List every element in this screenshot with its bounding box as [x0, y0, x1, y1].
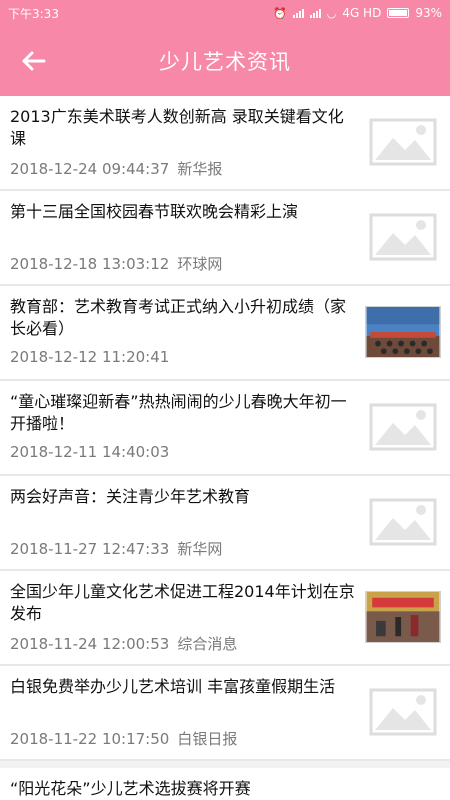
news-date: 2018-11-22 10:17:50: [10, 730, 170, 748]
signal-icon: [292, 8, 304, 18]
news-title: “阳光花朵”少儿艺术选拔赛将开赛: [10, 779, 251, 798]
image-placeholder-icon: [365, 686, 441, 738]
status-bar: 下午3:33 ⏰ ◡ 4G HD 93%: [0, 0, 450, 26]
news-meta: 2018-12-18 13:03:12 环球网: [10, 253, 222, 274]
signal-icon-2: [309, 8, 321, 18]
news-item[interactable]: 2013广东美术联考人数创新高 录取关键看文化课 2018-12-24 09:4…: [0, 96, 450, 191]
news-title: 第十三届全国校园春节联欢晚会精彩上演: [10, 202, 299, 221]
news-date: 2018-11-24 12:00:53: [10, 635, 170, 653]
battery-percent: 93%: [415, 6, 442, 20]
news-item[interactable]: 两会好声音：关注青少年艺术教育 2018-11-27 12:47:33 新华网: [0, 476, 450, 571]
news-title: 白银免费举办少儿艺术培训 丰富孩童假期生活: [10, 677, 336, 696]
news-meta: 2018-12-11 14:40:03: [10, 443, 177, 461]
news-meta: 2018-12-12 11:20:41: [10, 348, 177, 366]
news-date: 2018-12-24 09:44:37: [10, 160, 170, 178]
image-placeholder-icon: [365, 496, 441, 548]
news-meta: 2018-11-24 12:00:53 综合消息: [10, 633, 237, 654]
news-item[interactable]: “童心璀璨迎新春”热热闹闹的少儿春晚大年初一开播啦！ 2018-12-11 14…: [0, 381, 450, 476]
news-meta: 2018-11-22 10:17:50 白银日报: [10, 728, 237, 749]
news-item[interactable]: 教育部：艺术教育考试正式纳入小升初成绩（家长必看） 2018-12-12 11:…: [0, 286, 450, 381]
news-title: 全国少年儿童文化艺术促进工程2014年计划在京发布: [10, 582, 355, 623]
news-title: “童心璀璨迎新春”热热闹闹的少儿春晚大年初一开播啦！: [10, 392, 347, 433]
wifi-icon: ◡: [326, 6, 337, 20]
news-meta: 2018-12-24 09:44:37 新华报: [10, 158, 222, 179]
news-source: 白银日报: [177, 730, 238, 748]
news-date: 2018-12-11 14:40:03: [10, 443, 170, 461]
news-date: 2018-12-18 13:03:12: [10, 255, 170, 273]
app-bar: 少儿艺术资讯: [0, 26, 450, 96]
news-date: 2018-12-12 11:20:41: [10, 348, 170, 366]
status-time: 下午3:33: [8, 6, 59, 21]
news-item[interactable]: 白银免费举办少儿艺术培训 丰富孩童假期生活 2018-11-22 10:17:5…: [0, 666, 450, 761]
news-photo: [365, 306, 441, 358]
news-source: 综合消息: [177, 635, 238, 653]
news-item[interactable]: 第十三届全国校园春节联欢晚会精彩上演 2018-12-18 13:03:12 环球…: [0, 191, 450, 286]
news-title: 两会好声音：关注青少年艺术教育: [10, 487, 251, 506]
news-title: 2013广东美术联考人数创新高 录取关键看文化课: [10, 107, 344, 148]
page-title: 少儿艺术资讯: [159, 50, 291, 74]
news-item[interactable]: 全国少年儿童文化艺术促进工程2014年计划在京发布 2018-11-24 12:…: [0, 571, 450, 666]
news-date: 2018-11-27 12:47:33: [10, 540, 170, 558]
news-source: 新华报: [177, 160, 223, 178]
news-photo: [365, 591, 441, 643]
alarm-icon: ⏰: [273, 6, 287, 20]
status-icons: ⏰ ◡ 4G HD 93%: [273, 6, 442, 20]
news-source: 环球网: [177, 255, 223, 273]
image-placeholder-icon: [365, 211, 441, 263]
news-title: 教育部：艺术教育考试正式纳入小升初成绩（家长必看）: [10, 297, 347, 338]
image-placeholder-icon: [365, 401, 441, 453]
network-type: 4G HD: [342, 6, 382, 20]
news-source: 新华网: [177, 540, 223, 558]
news-meta: 2018-11-27 12:47:33 新华网: [10, 538, 222, 559]
news-list: 2013广东美术联考人数创新高 录取关键看文化课 2018-12-24 09:4…: [0, 96, 450, 761]
battery-icon: [387, 8, 410, 18]
image-placeholder-icon: [365, 116, 441, 168]
news-item-partial[interactable]: “阳光花朵”少儿艺术选拔赛将开赛: [0, 768, 450, 800]
